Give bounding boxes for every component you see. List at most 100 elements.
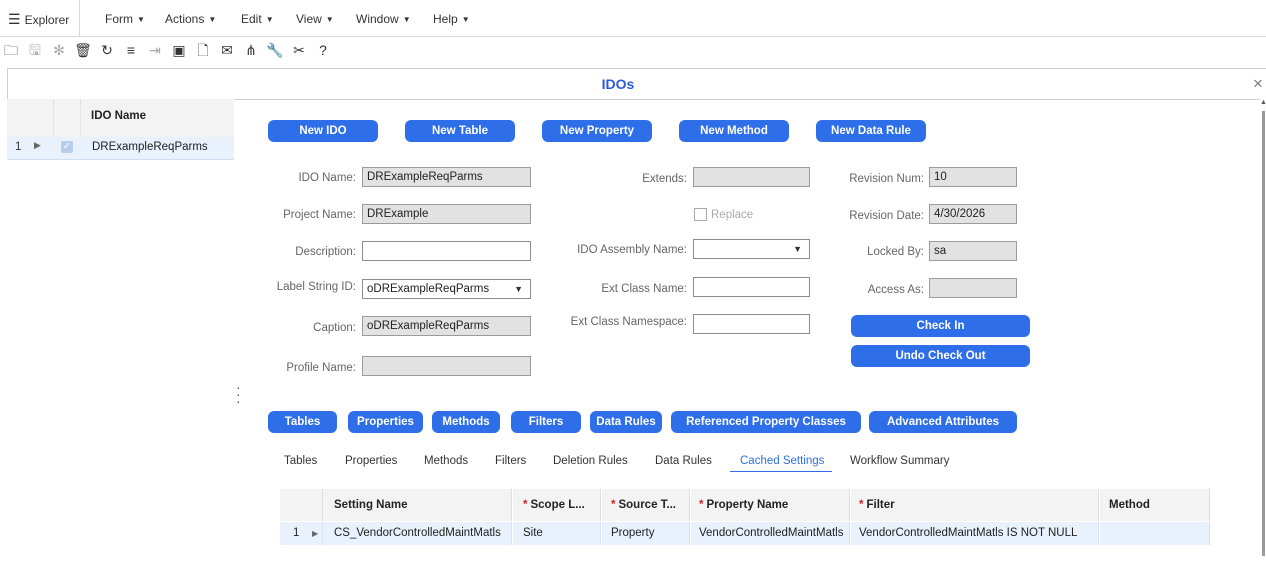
filter-in-place-icon[interactable]: ⇥ [146, 40, 164, 60]
ext-class-namespace-label: Ext Class Namespace: [570, 316, 687, 328]
new-ido-button[interactable]: New IDO [268, 120, 378, 142]
new-method-button[interactable]: New Method [679, 120, 789, 142]
toolbar: 🗀 🖫 ✻ 🗑 ↻ ≡ ⇥ ▣ 🗋 ✉ ⋔ 🔧 ✂ ? [0, 37, 1266, 63]
caret-down-icon: ▼ [265, 15, 274, 24]
ext-class-name-field[interactable] [693, 277, 810, 297]
setting-name-cell[interactable]: CS_VendorControlledMaintMatls [323, 522, 512, 545]
asterisk-icon[interactable]: ✻ [50, 40, 68, 60]
label-string-id-dropdown[interactable]: oDRExampleReqParms ▼ [362, 279, 531, 299]
column-header-setting-name[interactable]: Setting Name [323, 489, 512, 521]
column-header-source[interactable]: * Source T... [602, 489, 690, 521]
revision-num-label: Revision Num: [849, 173, 924, 185]
column-header-filter-label: Filter [866, 499, 895, 511]
new-property-button[interactable]: New Property [542, 120, 652, 142]
menu-bar: ☰ Explorer Form ▼ Actions ▼ Edit ▼ View ▼ Win… [0, 0, 1266, 37]
tab-cached-settings[interactable]: Cached Settings [730, 455, 833, 472]
grid-select-header [54, 99, 81, 137]
column-header-filter[interactable]: * Filter [851, 489, 1099, 521]
replace-checkbox[interactable] [694, 208, 707, 221]
required-marker: * [611, 499, 616, 511]
extends-field[interactable] [693, 167, 810, 187]
tables-button[interactable]: Tables [268, 411, 337, 433]
filter-icon[interactable]: ≡ [122, 40, 140, 60]
close-icon[interactable]: × [1253, 69, 1266, 99]
method-cell[interactable] [1100, 522, 1210, 545]
clipboard-icon[interactable]: ▣ [170, 40, 188, 60]
grid-corner [7, 99, 54, 137]
table-row[interactable]: 1 ▶ ✓ DRExampleReqParms [7, 137, 234, 160]
properties-button[interactable]: Properties [348, 411, 423, 433]
revision-date-field[interactable]: 4/30/2026 [929, 204, 1017, 224]
new-table-button[interactable]: New Table [405, 120, 515, 142]
undo-check-out-button[interactable]: Undo Check Out [851, 345, 1030, 367]
tab-tables[interactable]: Tables [284, 455, 317, 467]
menu-edit[interactable]: Edit ▼ [241, 0, 274, 36]
property-name-cell[interactable]: VendorControlledMaintMatls [691, 522, 850, 545]
scope-cell[interactable]: Site [513, 522, 601, 545]
ext-class-name-label: Ext Class Name: [601, 283, 687, 295]
sitemap-icon[interactable]: ⋔ [242, 40, 260, 60]
tools-icon[interactable]: ✂ [290, 40, 308, 60]
vertical-scrollbar[interactable]: ▲ [1260, 99, 1266, 559]
ext-class-namespace-field[interactable] [693, 314, 810, 334]
methods-button[interactable]: Methods [432, 411, 500, 433]
filters-button[interactable]: Filters [511, 411, 581, 433]
row-checkbox[interactable]: ✓ [61, 141, 73, 153]
column-header-scope-label: Scope L... [530, 499, 585, 511]
caption-field[interactable]: oDRExampleReqParms [362, 316, 531, 336]
locked-by-field[interactable]: sa [929, 241, 1017, 261]
explorer-label: Explorer [24, 13, 70, 27]
tab-workflow-summary[interactable]: Workflow Summary [850, 455, 949, 467]
explorer-menu[interactable]: ☰ Explorer [8, 0, 81, 36]
column-header-property-name[interactable]: * Property Name [691, 489, 850, 521]
splitter-handle[interactable]: · · · [236, 380, 241, 408]
wrench-icon[interactable]: 🔧 [266, 40, 284, 60]
profile-name-field[interactable] [362, 356, 531, 376]
menu-window[interactable]: Window ▼ [356, 0, 411, 36]
source-cell[interactable]: Property [602, 522, 690, 545]
description-field[interactable] [362, 241, 531, 261]
revision-num-field[interactable]: 10 [929, 167, 1017, 187]
filter-cell[interactable]: VendorControlledMaintMatls IS NOT NULL [851, 522, 1099, 545]
refresh-icon[interactable]: ↻ [98, 40, 116, 60]
referenced-property-classes-button[interactable]: Referenced Property Classes [671, 411, 861, 433]
column-header-method[interactable]: Method [1100, 489, 1210, 521]
access-as-label: Access As: [867, 284, 924, 296]
tab-properties[interactable]: Properties [345, 455, 397, 467]
scroll-up-icon[interactable]: ▲ [1260, 99, 1266, 106]
menu-help[interactable]: Help ▼ [433, 0, 470, 36]
tab-data-rules[interactable]: Data Rules [655, 455, 712, 467]
help-icon[interactable]: ? [314, 40, 332, 60]
save-icon[interactable]: 🖫 [26, 40, 44, 60]
ido-name-field[interactable]: DRExampleReqParms [362, 167, 531, 187]
mail-icon[interactable]: ✉ [218, 40, 236, 60]
project-name-field[interactable]: DRExample [362, 204, 531, 224]
tab-methods[interactable]: Methods [424, 455, 468, 467]
row-header-cell: 1 ▶ [280, 522, 323, 545]
document-icon[interactable]: 🗋 [194, 40, 212, 60]
tab-filters[interactable]: Filters [495, 455, 526, 467]
form-title: IDOs [601, 76, 635, 92]
ido-assembly-dropdown[interactable]: ▼ [693, 239, 810, 259]
grid-corner [280, 489, 323, 521]
scrollbar-thumb[interactable] [1262, 111, 1265, 556]
row-indicator-icon: ▶ [34, 140, 41, 150]
check-in-button[interactable]: Check In [851, 315, 1030, 337]
dropdown-arrow-icon: ▼ [793, 244, 802, 254]
ido-name-header[interactable]: IDO Name [81, 99, 234, 137]
menu-view[interactable]: View ▼ [296, 0, 334, 36]
tab-deletion-rules[interactable]: Deletion Rules [553, 455, 628, 467]
delete-icon[interactable]: 🗑 [74, 40, 92, 60]
advanced-attributes-button[interactable]: Advanced Attributes [869, 411, 1017, 433]
menu-help-label: Help [433, 12, 458, 26]
dropdown-arrow-icon: ▼ [514, 284, 523, 294]
menu-actions[interactable]: Actions ▼ [165, 0, 216, 36]
menu-form[interactable]: Form ▼ [105, 0, 145, 36]
column-header-scope[interactable]: * Scope L... [513, 489, 601, 521]
ido-name-cell[interactable]: DRExampleReqParms [92, 141, 208, 153]
new-data-rule-button[interactable]: New Data Rule [816, 120, 926, 142]
row-indicator-icon: ▶ [312, 529, 319, 538]
open-folder-icon[interactable]: 🗀 [2, 40, 20, 60]
data-rules-button[interactable]: Data Rules [590, 411, 662, 433]
access-as-field[interactable] [929, 278, 1017, 298]
